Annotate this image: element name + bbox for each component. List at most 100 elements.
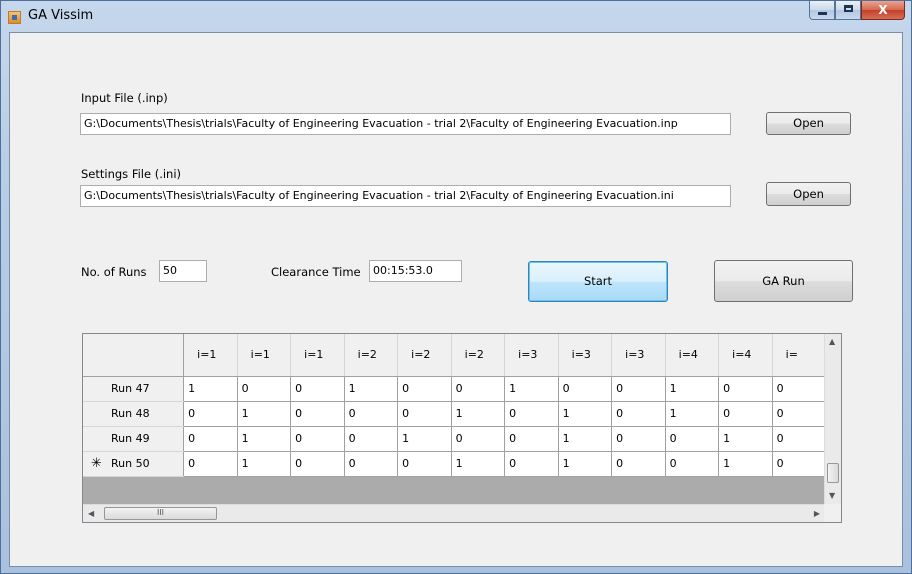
- row-header[interactable]: Run 49: [83, 426, 185, 452]
- grid-cell[interactable]: 0: [611, 400, 666, 427]
- grid-cell[interactable]: 0: [771, 450, 825, 477]
- grid-cell[interactable]: 1: [504, 375, 559, 402]
- runs-label: No. of Runs: [81, 265, 147, 279]
- row-header[interactable]: Run 47: [83, 376, 185, 402]
- grid-cell[interactable]: 1: [236, 425, 292, 452]
- grid-cell[interactable]: 0: [611, 425, 666, 452]
- grid-cell[interactable]: 0: [183, 450, 238, 477]
- row-header-label: Run 48: [111, 407, 150, 420]
- column-header[interactable]: i=2: [397, 334, 452, 377]
- open-input-button[interactable]: Open: [766, 112, 851, 135]
- table-row[interactable]: Run 49 0 1 0 0 1 0 0 1 0 0 1 0: [83, 425, 825, 452]
- grid-cell[interactable]: 0: [718, 400, 773, 427]
- results-grid[interactable]: i=1 i=1 i=1 i=2 i=2 i=2 i=3 i=3 i=3 i=4 …: [82, 333, 842, 523]
- ga-run-button[interactable]: GA Run: [714, 260, 853, 302]
- grid-cell[interactable]: 0: [504, 425, 559, 452]
- grid-cell[interactable]: 0: [611, 375, 666, 402]
- minimize-icon: [818, 12, 827, 15]
- table-row[interactable]: Run 48 0 1 0 0 0 1 0 1 0 1 0 0: [83, 400, 825, 427]
- vertical-scrollbar[interactable]: ▲ ▼: [824, 334, 841, 504]
- grid-cell[interactable]: 0: [771, 375, 825, 402]
- start-button[interactable]: Start: [528, 261, 668, 302]
- scroll-up-icon[interactable]: ▲: [829, 337, 835, 347]
- runs-field[interactable]: 50: [159, 260, 207, 282]
- input-file-field[interactable]: G:\Documents\Thesis\trials\Faculty of En…: [80, 113, 731, 135]
- grid-cell[interactable]: 1: [343, 375, 399, 402]
- grid-cell[interactable]: 0: [290, 425, 345, 452]
- grid-cell[interactable]: 1: [718, 425, 773, 452]
- grid-cell[interactable]: 0: [450, 425, 506, 452]
- grid-cell[interactable]: 0: [504, 400, 559, 427]
- grid-cell[interactable]: 0: [557, 375, 613, 402]
- grid-cell[interactable]: 0: [718, 375, 773, 402]
- grid-cell[interactable]: 1: [664, 400, 720, 427]
- clearance-time-field[interactable]: 00:15:53.0: [369, 260, 462, 282]
- grid-cell[interactable]: 0: [343, 425, 399, 452]
- column-header[interactable]: i=4: [718, 334, 773, 377]
- column-header[interactable]: i=3: [504, 334, 559, 377]
- grid-cell[interactable]: 1: [557, 400, 613, 427]
- app-window: GA Vissim X Input File (.inp) G:\Documen…: [0, 0, 912, 574]
- grid-cell[interactable]: 0: [397, 450, 452, 477]
- grid-cell[interactable]: 0: [611, 450, 666, 477]
- grid-cell[interactable]: 1: [664, 375, 720, 402]
- column-header[interactable]: i=2: [344, 334, 399, 377]
- grid-cell[interactable]: 0: [397, 400, 452, 427]
- grid-cell[interactable]: 0: [664, 450, 720, 477]
- new-row-icon: ✳: [91, 456, 102, 471]
- grid-cell[interactable]: 0: [771, 400, 825, 427]
- grid-cell[interactable]: 0: [450, 375, 506, 402]
- column-header[interactable]: i=2: [451, 334, 506, 377]
- grid-cell[interactable]: 0: [397, 375, 452, 402]
- grid-cell[interactable]: 1: [397, 425, 452, 452]
- maximize-icon: [844, 5, 853, 12]
- grid-cell[interactable]: 1: [718, 450, 773, 477]
- grid-cell[interactable]: 0: [343, 400, 399, 427]
- app-icon[interactable]: [8, 11, 21, 24]
- grid-cell[interactable]: 0: [183, 400, 238, 427]
- horizontal-scroll-thumb[interactable]: III: [104, 507, 217, 520]
- close-button[interactable]: X: [861, 1, 905, 20]
- grid-cell[interactable]: 1: [557, 425, 613, 452]
- grid-cell[interactable]: 1: [183, 375, 238, 402]
- scroll-right-icon[interactable]: ▶: [814, 509, 820, 519]
- row-header[interactable]: Run 48: [83, 401, 185, 427]
- horizontal-scrollbar[interactable]: ◀ III ▶: [83, 504, 825, 522]
- grid-viewport: i=1 i=1 i=1 i=2 i=2 i=2 i=3 i=3 i=3 i=4 …: [83, 334, 825, 504]
- grid-cell[interactable]: 0: [771, 425, 825, 452]
- grid-cell[interactable]: 0: [343, 450, 399, 477]
- grid-corner[interactable]: [83, 334, 185, 377]
- table-row[interactable]: ✳ Run 50 0 1 0 0 0 1 0 1 0 0 1 0: [83, 450, 825, 477]
- column-header[interactable]: i=1: [237, 334, 292, 377]
- scroll-down-icon[interactable]: ▼: [829, 491, 835, 501]
- settings-file-field[interactable]: G:\Documents\Thesis\trials\Faculty of En…: [80, 185, 731, 207]
- scroll-left-icon[interactable]: ◀: [88, 509, 94, 519]
- title-bar[interactable]: GA Vissim X: [1, 1, 911, 32]
- minimize-button[interactable]: [809, 1, 835, 20]
- column-header[interactable]: i=1: [183, 334, 238, 377]
- grid-cell[interactable]: 0: [290, 400, 345, 427]
- grid-cell[interactable]: 0: [183, 425, 238, 452]
- grid-cell[interactable]: 1: [450, 450, 506, 477]
- grid-cell[interactable]: 1: [236, 450, 292, 477]
- vertical-scroll-thumb[interactable]: [827, 463, 839, 483]
- column-header[interactable]: i=1: [290, 334, 345, 377]
- open-settings-button[interactable]: Open: [766, 182, 851, 206]
- grid-cell[interactable]: 0: [504, 450, 559, 477]
- grid-cell[interactable]: 0: [290, 375, 345, 402]
- column-header[interactable]: i=3: [558, 334, 613, 377]
- maximize-button[interactable]: [835, 1, 861, 20]
- grid-cell[interactable]: 1: [450, 400, 506, 427]
- column-header[interactable]: i=: [772, 334, 825, 377]
- window-title: GA Vissim: [28, 8, 94, 23]
- column-header[interactable]: i=4: [665, 334, 720, 377]
- grid-cell[interactable]: 1: [236, 400, 292, 427]
- grid-cell[interactable]: 0: [664, 425, 720, 452]
- table-row[interactable]: Run 47 1 0 0 1 0 0 1 0 0 1 0 0: [83, 375, 825, 402]
- grid-cell[interactable]: 0: [236, 375, 292, 402]
- column-header[interactable]: i=3: [611, 334, 666, 377]
- grid-cell[interactable]: 1: [557, 450, 613, 477]
- grid-cell[interactable]: 0: [290, 450, 345, 477]
- row-header[interactable]: ✳ Run 50: [83, 451, 185, 477]
- close-icon: X: [878, 3, 888, 17]
